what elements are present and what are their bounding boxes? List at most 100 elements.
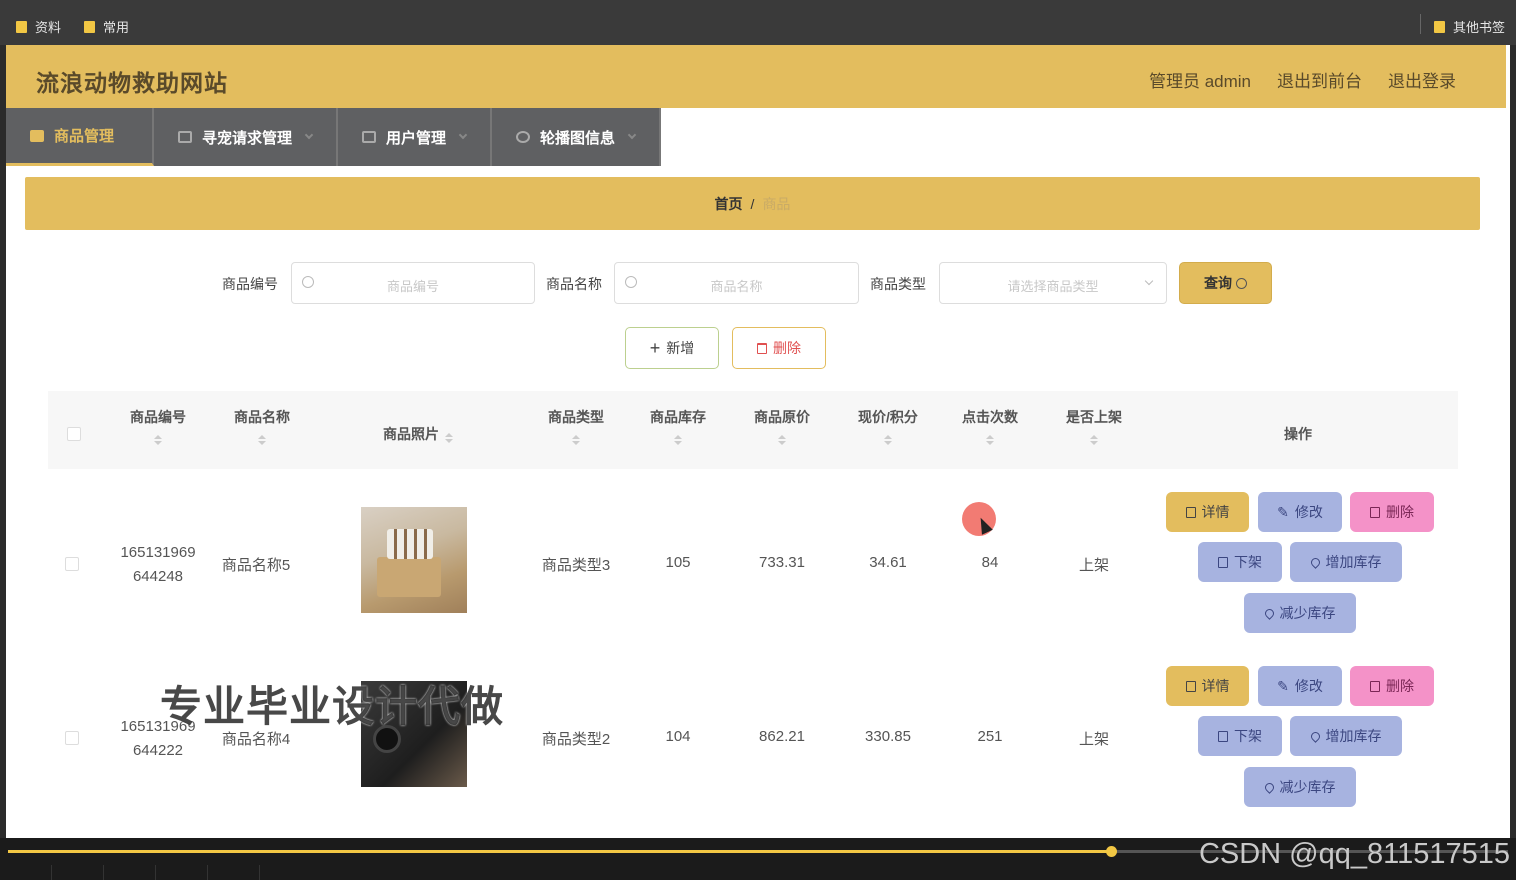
th-name[interactable]: 商品名称 [216,407,308,445]
play-button[interactable] [0,865,52,880]
video-progress-knob[interactable] [1105,846,1117,857]
breadcrumb: 首页 / 商品 [25,177,1480,230]
th-status[interactable]: 是否上架 [1050,407,1138,445]
bookmark-label: 资料 [35,20,62,35]
name-label: 商品名称 [546,276,602,292]
th-code[interactable]: 商品编号 [112,407,204,445]
cell-code: 165131969 644248 [120,544,196,585]
cell-orig-price: 862.21 [759,728,805,745]
bookmark-ziliao[interactable]: 资料 [16,17,61,36]
nav-pet-requests[interactable]: 寻宠请求管理 [154,108,338,166]
next-button[interactable] [52,865,104,880]
product-photo[interactable] [361,507,467,613]
sort-icon[interactable] [986,435,994,445]
cell-orig-price: 733.31 [759,554,805,571]
th-stock[interactable]: 商品库存 [634,407,722,445]
th-orig-price[interactable]: 商品原价 [738,407,826,445]
nav-label: 用户管理 [386,129,447,147]
sort-icon[interactable] [884,435,892,445]
breadcrumb-current: 商品 [762,195,791,212]
csdn-watermark: CSDN @qq_811517515 [1198,838,1510,870]
nav-label: 商品管理 [54,128,115,145]
delete-button[interactable]: 删除 [1350,492,1434,532]
code-label: 商品编号 [222,276,278,292]
name-placeholder: 商品名称 [710,279,763,294]
row-checkbox[interactable] [65,557,79,571]
breadcrumb-home[interactable]: 首页 [715,194,743,214]
trash-icon [757,342,767,354]
nav-users[interactable]: 用户管理 [338,108,492,166]
delete-label: 删除 [773,340,801,356]
query-button[interactable]: 查询 [1179,262,1272,304]
add-stock-button[interactable]: 增加库存 [1290,716,1402,756]
batch-delete-button[interactable]: 删除 [732,327,826,369]
cell-price: 34.61 [869,554,907,571]
sort-icon[interactable] [258,435,266,445]
type-select[interactable]: 请选择商品类型 [939,262,1167,304]
name-input[interactable]: 商品名称 [614,262,859,304]
edit-button[interactable]: ✎ 修改 [1258,492,1342,532]
logout-link[interactable]: 退出登录 [1388,67,1456,92]
row-checkbox[interactable] [65,731,79,745]
send-icon [362,131,376,143]
sort-icon[interactable] [445,433,453,444]
video-progress-fill [8,850,1111,853]
folder-icon [84,20,95,33]
chevron-down-icon [458,130,468,140]
breadcrumb-separator: / [750,195,755,212]
detail-button[interactable]: 详情 [1166,492,1249,532]
sort-icon[interactable] [572,435,580,445]
location-icon [1308,555,1322,569]
volume-button[interactable] [104,865,156,880]
th-type[interactable]: 商品类型 [522,407,630,445]
select-all-checkbox[interactable] [67,427,81,441]
bookmark-label: 其他书签 [1453,20,1506,35]
offshelf-button[interactable]: 下架 [1198,716,1282,756]
admin-user-link[interactable]: 管理员 admin [1149,67,1251,92]
back-to-frontend-link[interactable]: 退出到前台 [1277,67,1362,92]
bookmark-label: 常用 [103,20,130,35]
cell-stock: 105 [665,554,691,571]
video-player-bar: CSDN @qq_811517515 [0,838,1516,880]
sort-icon[interactable] [674,435,682,445]
reduce-stock-button[interactable]: 减少库存 [1244,767,1356,807]
th-clicks[interactable]: 点击次数 [946,407,1034,445]
sort-icon[interactable] [1090,435,1098,445]
cell-name: 商品名称5 [221,557,291,574]
cell-status: 上架 [1078,557,1109,574]
cell-type: 商品类型3 [541,557,611,574]
location-icon [1308,729,1322,743]
site-title: 流浪动物救助网站 [36,70,228,96]
bookmark-other[interactable]: 其他书签 [1434,17,1505,36]
trash-icon [1370,506,1380,518]
add-button[interactable]: + 新增 [625,327,719,369]
cell-clicks: 84 [981,554,999,571]
cell-price: 330.85 [865,728,911,745]
nav-goods[interactable]: 商品管理 [6,108,154,166]
document-icon [1185,680,1196,692]
sort-icon[interactable] [778,435,786,445]
search-icon [1236,277,1247,289]
th-photo[interactable]: 商品照片 [348,424,488,444]
edit-button[interactable]: ✎ 修改 [1258,666,1342,706]
table-row: 165131969 644248 商品名称5 商品类型3 105 733.31 3… [48,477,1458,651]
th-price[interactable]: 现价/积分 [838,407,938,445]
offshelf-button[interactable]: 下架 [1198,542,1282,582]
fullscreen-button[interactable] [208,865,260,880]
reduce-stock-button[interactable]: 减少库存 [1244,593,1356,633]
header-links: 管理员 admin 退出到前台 退出登录 [1149,67,1456,92]
th-ops: 操作 [1284,426,1312,442]
sort-icon[interactable] [154,435,162,445]
trash-icon [1370,680,1380,692]
code-input[interactable]: 商品编号 [291,262,535,304]
nav-carousel[interactable]: 轮播图信息 [492,108,661,166]
delete-button[interactable]: 删除 [1350,666,1434,706]
add-stock-button[interactable]: 增加库存 [1290,542,1402,582]
search-bar: 商品编号 商品编号 商品名称 商品名称 商品类型 请选择商品类型 查询 [6,262,1506,304]
settings-button[interactable] [156,865,208,880]
detail-button[interactable]: 详情 [1166,666,1249,706]
watermark-text: 专业毕业设计代做 [160,683,505,730]
list-icon [178,131,192,143]
video-controls [0,865,260,880]
bookmark-changyong[interactable]: 常用 [84,17,129,36]
